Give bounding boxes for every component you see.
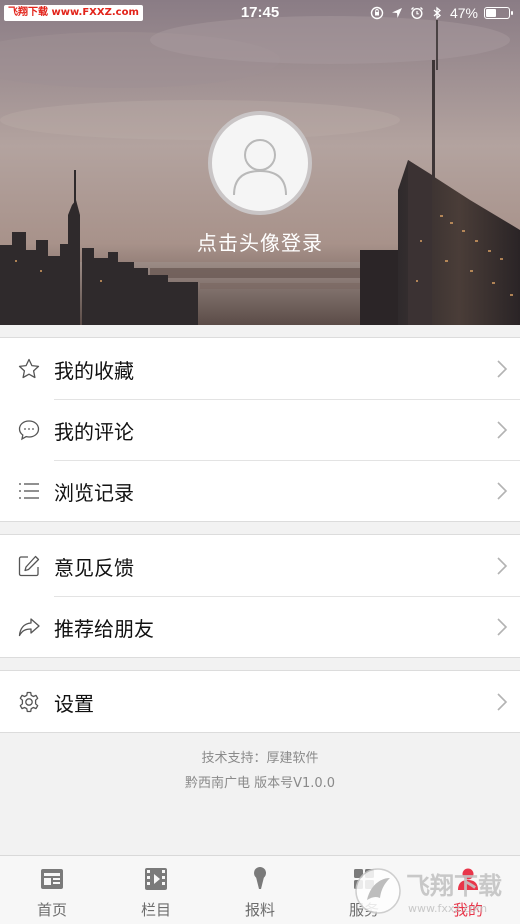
location-icon: [391, 8, 402, 18]
tab-service[interactable]: 服务: [312, 856, 416, 924]
tab-report-label: 报料: [244, 901, 275, 919]
settings-label: 设置: [54, 692, 94, 716]
profile-header: 飞翔下载 www.FXXZ.com 17:45 47% 点击头像登录: [0, 0, 520, 325]
menu-group-feedback: 意见反馈 推荐给朋友: [0, 534, 520, 658]
chevron-right-icon: [497, 421, 508, 439]
person-icon: [233, 139, 287, 196]
service-icon: [354, 869, 374, 889]
chevron-right-icon: [497, 557, 508, 575]
tab-report[interactable]: 报料: [208, 856, 312, 924]
tab-bar: 首页 栏目 报料 服务 我的: [0, 855, 520, 924]
tab-mine[interactable]: 我的: [416, 856, 520, 924]
avatar-button[interactable]: [208, 111, 312, 215]
orientation-lock-icon: [370, 6, 384, 20]
comment-icon: [18, 420, 40, 441]
tab-home-label: 首页: [36, 901, 67, 919]
tab-columns-label: 栏目: [140, 901, 171, 919]
list-icon: [19, 483, 39, 499]
chevron-right-icon: [497, 482, 508, 500]
comments-row[interactable]: 我的评论: [0, 399, 520, 460]
battery-icon: [484, 7, 513, 19]
feedback-row[interactable]: 意见反馈: [0, 535, 520, 596]
tab-mine-label: 我的: [452, 901, 483, 919]
tab-service-label: 服务: [348, 901, 379, 919]
history-row[interactable]: 浏览记录: [0, 460, 520, 521]
chevron-right-icon: [497, 360, 508, 378]
recommend-row[interactable]: 推荐给朋友: [0, 596, 520, 657]
favorites-label: 我的收藏: [54, 359, 134, 383]
battery-percent: 47%: [449, 5, 478, 21]
history-label: 浏览记录: [54, 481, 134, 505]
news-icon: [41, 869, 63, 889]
bluetooth-icon: [433, 6, 441, 20]
menu-group-personal: 我的收藏 我的评论 浏览记录: [0, 337, 520, 522]
chevron-right-icon: [497, 618, 508, 636]
settings-row[interactable]: 设置: [0, 671, 520, 732]
login-prompt[interactable]: 点击头像登录: [0, 227, 520, 256]
alarm-icon: [410, 7, 423, 20]
user-icon: [458, 868, 478, 890]
favorites-row[interactable]: 我的收藏: [0, 338, 520, 399]
status-bar: 17:45 47%: [0, 0, 520, 26]
menu-group-settings: 设置: [0, 670, 520, 733]
app-info: 技术支持：厚建软件 黔西南广电 版本号V1.0.0: [0, 746, 520, 796]
tab-home[interactable]: 首页: [0, 856, 104, 924]
microphone-icon: [254, 867, 266, 889]
tech-support-text: 技术支持：厚建软件: [201, 751, 319, 766]
film-icon: [145, 868, 167, 890]
version-text: 黔西南广电 版本号V1.0.0: [184, 776, 336, 791]
comments-label: 我的评论: [54, 420, 134, 444]
status-icons: 47%: [370, 4, 513, 22]
feedback-label: 意见反馈: [54, 556, 134, 580]
edit-icon: [18, 555, 40, 577]
chevron-right-icon: [497, 693, 508, 711]
star-icon: [18, 358, 40, 379]
gear-icon: [19, 691, 39, 713]
tab-columns[interactable]: 栏目: [104, 856, 208, 924]
recommend-label: 推荐给朋友: [54, 617, 154, 641]
share-icon: [18, 618, 40, 637]
